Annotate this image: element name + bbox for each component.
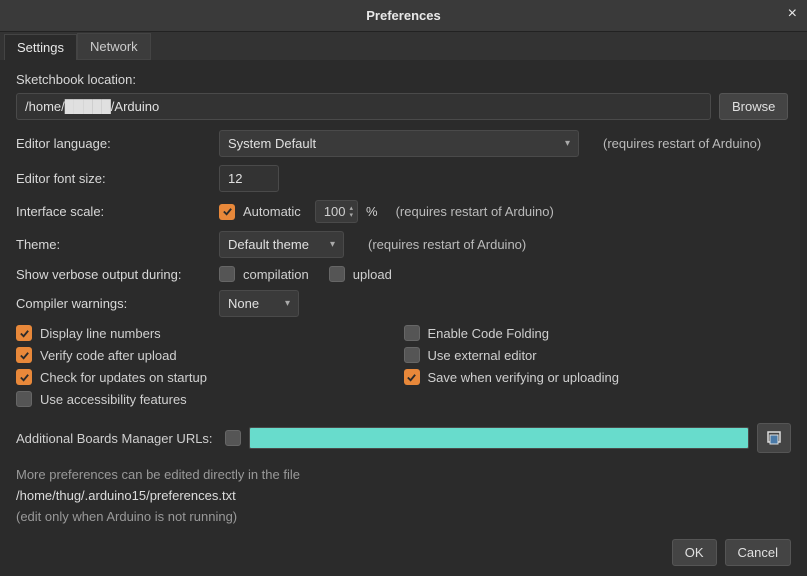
window-icon	[766, 431, 782, 445]
cancel-button[interactable]: Cancel	[725, 539, 791, 566]
chevron-down-icon: ▾	[330, 239, 335, 250]
check-updates-label: Check for updates on startup	[40, 370, 207, 385]
verbose-label: Show verbose output during:	[16, 267, 211, 282]
accessibility-checkbox[interactable]	[16, 391, 32, 407]
sketchbook-label: Sketchbook location:	[16, 72, 791, 87]
content-area: Sketchbook location: Browse Editor langu…	[0, 60, 807, 539]
scale-percent-label: %	[366, 204, 378, 219]
font-size-label: Editor font size:	[16, 171, 211, 186]
font-size-input[interactable]	[219, 165, 279, 192]
scale-value: 100	[324, 204, 346, 219]
display-line-numbers-checkbox[interactable]	[16, 325, 32, 341]
theme-select[interactable]: Default theme ▾	[219, 231, 344, 258]
footnote-line1: More preferences can be edited directly …	[16, 465, 791, 486]
window-title: Preferences	[366, 8, 440, 23]
compiler-warnings-value: None	[228, 296, 259, 311]
tab-network[interactable]: Network	[77, 33, 151, 60]
verbose-upload-label: upload	[353, 267, 392, 282]
language-restart-hint: (requires restart of Arduino)	[603, 136, 761, 151]
verbose-upload-checkbox[interactable]	[329, 266, 345, 282]
editor-language-value: System Default	[228, 136, 316, 151]
compiler-warnings-select[interactable]: None ▾	[219, 290, 299, 317]
browse-button[interactable]: Browse	[719, 93, 788, 120]
spinner-arrows-icon[interactable]: ▴▾	[350, 205, 354, 219]
external-editor-label: Use external editor	[428, 348, 537, 363]
check-updates-checkbox[interactable]	[16, 369, 32, 385]
tab-bar: Settings Network	[0, 32, 807, 60]
scale-automatic-checkbox[interactable]	[219, 204, 235, 220]
verbose-compilation-checkbox[interactable]	[219, 266, 235, 282]
additional-urls-checkbox[interactable]	[225, 430, 241, 446]
verify-after-upload-checkbox[interactable]	[16, 347, 32, 363]
scale-value-spinner[interactable]: 100 ▴▾	[315, 200, 358, 223]
interface-scale-label: Interface scale:	[16, 204, 211, 219]
title-bar: Preferences ×	[0, 0, 807, 32]
sketchbook-path-input[interactable]	[16, 93, 711, 120]
save-on-verify-checkbox[interactable]	[404, 369, 420, 385]
footnote-line2: (edit only when Arduino is not running)	[16, 507, 791, 528]
external-editor-checkbox[interactable]	[404, 347, 420, 363]
verbose-compilation-label: compilation	[243, 267, 309, 282]
chevron-down-icon: ▾	[565, 138, 570, 149]
additional-urls-label: Additional Boards Manager URLs:	[16, 431, 213, 446]
display-line-numbers-label: Display line numbers	[40, 326, 161, 341]
close-icon[interactable]: ×	[788, 6, 797, 22]
editor-language-select[interactable]: System Default ▾	[219, 130, 579, 157]
additional-urls-input[interactable]	[249, 427, 749, 449]
ok-button[interactable]: OK	[672, 539, 717, 566]
compiler-warnings-label: Compiler warnings:	[16, 296, 211, 311]
theme-label: Theme:	[16, 237, 211, 252]
scale-restart-hint: (requires restart of Arduino)	[396, 204, 554, 219]
footnote-path: /home/thug/.arduino15/preferences.txt	[16, 486, 791, 507]
open-urls-dialog-button[interactable]	[757, 423, 791, 453]
footnote: More preferences can be edited directly …	[16, 465, 791, 527]
code-folding-label: Enable Code Folding	[428, 326, 549, 341]
tab-settings[interactable]: Settings	[4, 34, 77, 60]
save-on-verify-label: Save when verifying or uploading	[428, 370, 620, 385]
editor-language-label: Editor language:	[16, 136, 211, 151]
dialog-button-bar: OK Cancel	[672, 539, 791, 566]
theme-value: Default theme	[228, 237, 309, 252]
accessibility-label: Use accessibility features	[40, 392, 187, 407]
chevron-down-icon: ▾	[285, 298, 290, 309]
verify-after-upload-label: Verify code after upload	[40, 348, 177, 363]
scale-automatic-label: Automatic	[243, 204, 301, 219]
theme-restart-hint: (requires restart of Arduino)	[368, 237, 526, 252]
code-folding-checkbox[interactable]	[404, 325, 420, 341]
